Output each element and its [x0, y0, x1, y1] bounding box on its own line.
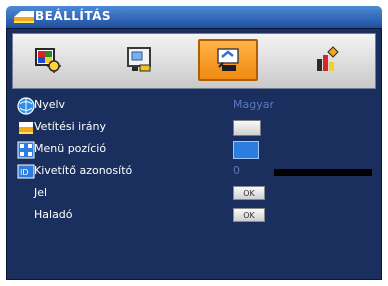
row-advanced[interactable]: Haladó OK: [12, 205, 376, 227]
row-label: Menü pozíció: [34, 142, 107, 155]
hand-adjusting-icon: [217, 48, 239, 71]
title: BEÁLLÍTÁS: [35, 9, 112, 23]
bars-with-diamond-icon: [317, 46, 339, 71]
row-projector-id[interactable]: ID Kivetítő azonosító 0: [12, 161, 376, 183]
row-label: Nyelv: [34, 98, 66, 111]
row-label: Jel: [34, 186, 48, 199]
projector-id-slider[interactable]: [274, 169, 372, 176]
language-value: Magyar: [233, 98, 274, 111]
row-projection[interactable]: Vetítési irány: [12, 117, 376, 139]
menu-panel: Nyelv Magyar Vetítési irány Menü pozíció…: [6, 28, 382, 280]
tab-display[interactable]: [109, 39, 169, 81]
screen-with-settings-icon: [127, 47, 151, 72]
tab-image[interactable]: [17, 39, 77, 81]
globe-icon: [17, 97, 35, 115]
id-badge-icon: ID: [17, 164, 35, 179]
advanced-ok-button[interactable]: OK: [233, 208, 265, 222]
projector-id-value: 0: [233, 164, 240, 177]
grid-icon: [17, 141, 35, 159]
row-label: Vetítési irány: [34, 120, 106, 133]
tab-setup[interactable]: [198, 39, 258, 81]
svg-text:ID: ID: [20, 168, 29, 177]
tab-strip: [12, 33, 376, 89]
menu-position-icon[interactable]: [233, 141, 259, 159]
row-signal[interactable]: Jel OK: [12, 183, 376, 205]
projector-icon: [19, 122, 33, 134]
signal-ok-button[interactable]: OK: [233, 186, 265, 200]
row-label: Haladó: [34, 208, 73, 221]
row-language[interactable]: Nyelv Magyar: [12, 95, 376, 117]
title-bar: BEÁLLÍTÁS: [6, 6, 382, 28]
projection-mode-icon[interactable]: [233, 120, 261, 136]
row-menu-position[interactable]: Menü pozíció: [12, 139, 376, 161]
setup-title-icon: [14, 11, 34, 23]
tab-options[interactable]: [297, 39, 357, 81]
projector-settings-osd: BEÁLLÍTÁS Nyelv Magyar Vetítési irány Me…: [0, 0, 388, 286]
color-palette-monitor-icon: [35, 48, 61, 73]
row-label: Kivetítő azonosító: [34, 164, 133, 177]
